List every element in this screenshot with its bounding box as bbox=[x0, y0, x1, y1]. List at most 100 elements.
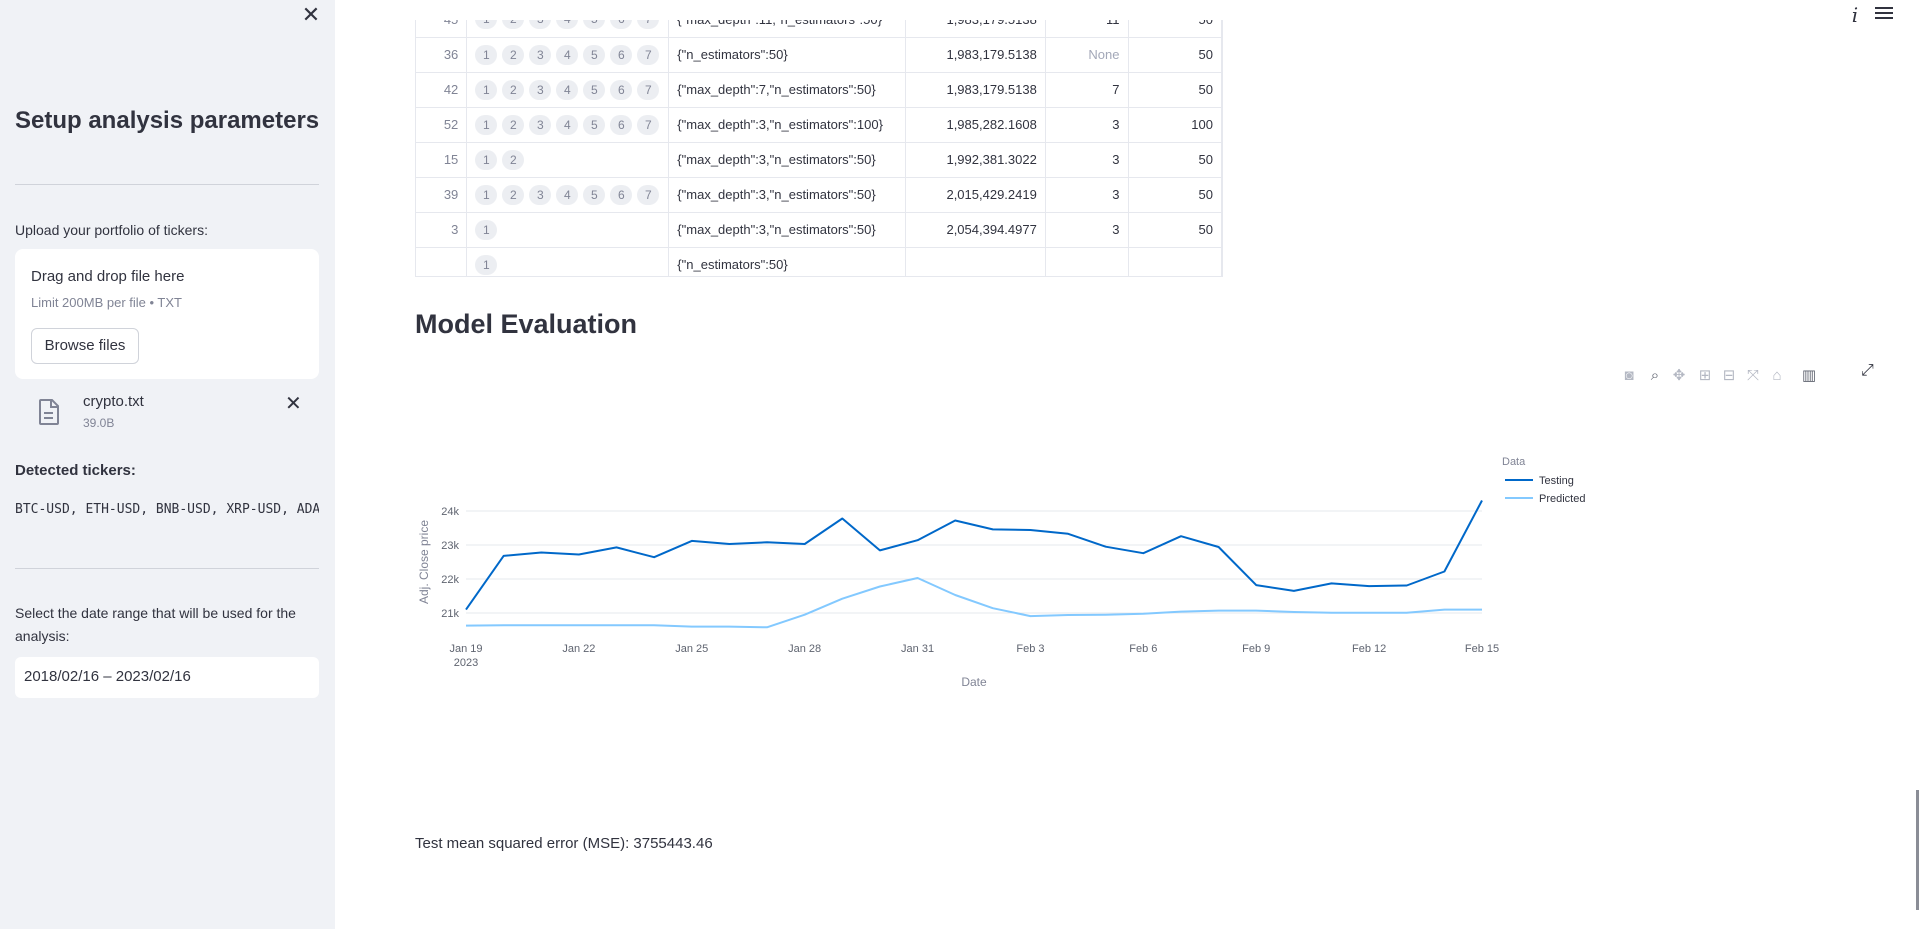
table-row[interactable]: 1 {"n_estimators":50} bbox=[416, 247, 1222, 276]
params-cell[interactable]: {"max_depth":3,"n_estimators":100} bbox=[668, 107, 907, 143]
table-row[interactable]: 5212345678{"max_depth":3,"n_estimators":… bbox=[416, 107, 1222, 143]
tickers-cell[interactable]: 1234567 bbox=[466, 37, 670, 73]
mse-cell[interactable]: 1,992,381.3022 bbox=[905, 142, 1046, 178]
sidebar-title: Setup analysis parameters bbox=[15, 107, 320, 134]
zoom-out-icon[interactable]: ⊟ bbox=[1719, 366, 1739, 386]
table-row[interactable]: 3 1 {"max_depth":3,"n_estimators":50} 2,054… bbox=[416, 212, 1222, 248]
max-depth-cell[interactable]: None bbox=[1045, 37, 1129, 73]
ticker-pill: 7 bbox=[637, 184, 660, 205]
x-tick-label: Jan 25 bbox=[675, 643, 708, 655]
params-cell[interactable]: {"max_depth":3,"n_estimators":50} bbox=[668, 212, 907, 248]
params-cell[interactable]: {"max_depth":11,"n_estimators":50} bbox=[668, 20, 907, 38]
zoom-icon[interactable]: ⌕ bbox=[1645, 366, 1665, 386]
tickers-cell[interactable]: 1234567 bbox=[466, 177, 670, 213]
ticker-pill: 5 bbox=[583, 79, 606, 100]
mse-cell[interactable]: 2,054,394.4977 bbox=[905, 212, 1046, 248]
table-row[interactable]: 36 1 2 3 4 5 6 7 {"n_estimators":50} 1,983,179.51… bbox=[416, 37, 1222, 73]
table-row[interactable]: 15 1 2 {"max_depth":3,"n_estimators":50} 1,9… bbox=[416, 142, 1222, 178]
row-index-cell[interactable]: 15 bbox=[416, 142, 468, 178]
row-index-cell[interactable] bbox=[416, 247, 468, 276]
ticker-pill: 1 bbox=[475, 219, 498, 240]
row-index-cell[interactable]: 45 bbox=[416, 20, 468, 38]
mse-cell[interactable] bbox=[905, 247, 1046, 276]
file-size: 39.0B bbox=[83, 416, 115, 430]
info-icon[interactable]: i bbox=[1845, 3, 1865, 27]
mse-cell[interactable]: 1,983,179.5138 bbox=[905, 72, 1046, 108]
row-index-cell[interactable]: 36 bbox=[416, 37, 468, 73]
remove-file-icon[interactable]: ✕ bbox=[285, 391, 302, 416]
x-tick-label: Feb 9 bbox=[1242, 643, 1270, 655]
tickers-cell[interactable]: 1 bbox=[466, 212, 670, 248]
ticker-pill: 6 bbox=[610, 20, 633, 30]
mse-cell[interactable]: 2,015,429.2419 bbox=[905, 177, 1046, 213]
results-grid: 451234567{"max_depth":11,"n_estimators":… bbox=[416, 20, 1222, 276]
params-cell[interactable]: {"n_estimators":50} bbox=[668, 37, 907, 73]
zoom-in-icon[interactable]: ⊞ bbox=[1695, 366, 1715, 386]
hamburger-menu-icon[interactable] bbox=[1875, 4, 1893, 22]
autoscale-icon[interactable]: ⤧ bbox=[1743, 366, 1763, 386]
table-row[interactable]: 451234567{"max_depth":11,"n_estimators":… bbox=[416, 20, 1222, 38]
max-depth-cell[interactable]: 7 bbox=[1045, 72, 1129, 108]
table-row[interactable]: 39 1 2 3 4 5 6 7 {"max_depth":3,"n_estimators":5… bbox=[416, 177, 1222, 213]
line-chart[interactable]: 21k 22k 23k 24k Jan 19 2023 Jan 22 Jan 25 Jan 28… bbox=[415, 440, 1879, 800]
row-index-cell[interactable]: 52 bbox=[416, 107, 468, 143]
n-estimators-cell[interactable]: 50 bbox=[1128, 212, 1222, 248]
file-dropzone[interactable]: Drag and drop file here Limit 200MB per … bbox=[15, 249, 319, 379]
tickers-cell[interactable]: 1234567 bbox=[466, 72, 670, 108]
x-tick-label: Feb 15 bbox=[1465, 643, 1499, 655]
n-estimators-cell[interactable]: 50 bbox=[1128, 177, 1222, 213]
mse-text: Test mean squared error (MSE): 3755443.4… bbox=[415, 835, 713, 852]
x-tick-year-label: 2023 bbox=[454, 657, 478, 669]
date-range-input[interactable]: 2018/02/16 – 2023/02/16 bbox=[15, 657, 319, 698]
table-row[interactable]: 42 1 2 3 4 5 6 7 {"max_depth":7,"n_estimators":5… bbox=[416, 72, 1222, 108]
max-depth-cell[interactable]: 11 bbox=[1045, 20, 1129, 38]
max-depth-cell[interactable]: 3 bbox=[1045, 107, 1129, 143]
params-cell[interactable]: {"max_depth":3,"n_estimators":50} bbox=[668, 142, 907, 178]
results-table[interactable]: 451234567{"max_depth":11,"n_estimators":… bbox=[415, 20, 1223, 277]
browse-files-button[interactable]: Browse files bbox=[31, 328, 139, 364]
tickers-cell[interactable]: 12 bbox=[466, 142, 670, 178]
ticker-pill: 5 bbox=[583, 114, 606, 135]
n-estimators-cell[interactable]: 50 bbox=[1128, 72, 1222, 108]
params-cell[interactable]: {"n_estimators":50} bbox=[668, 247, 907, 276]
params-cell[interactable]: {"max_depth":7,"n_estimators":50} bbox=[668, 72, 907, 108]
max-depth-cell[interactable] bbox=[1045, 247, 1129, 276]
n-estimators-cell[interactable]: 50 bbox=[1128, 37, 1222, 73]
camera-icon[interactable]: ◙ bbox=[1619, 366, 1639, 386]
ticker-pill: 1 bbox=[475, 149, 498, 170]
mse-cell[interactable]: 1,983,179.5138 bbox=[905, 37, 1046, 73]
ticker-pill: 1 bbox=[475, 254, 498, 275]
fullscreen-icon[interactable]: ⤢ bbox=[1861, 362, 1874, 380]
mse-cell[interactable]: 1,983,179.5138 bbox=[905, 20, 1046, 38]
ticker-pill: 5 bbox=[583, 184, 606, 205]
tickers-cell[interactable]: 1234567 bbox=[466, 20, 670, 38]
row-index-cell[interactable]: 39 bbox=[416, 177, 468, 213]
x-tick-label: Jan 22 bbox=[562, 643, 595, 655]
plotly-logo-icon[interactable]: ▥ bbox=[1799, 366, 1819, 386]
x-tick-label: Jan 31 bbox=[901, 643, 934, 655]
n-estimators-cell[interactable] bbox=[1128, 247, 1222, 276]
max-depth-cell[interactable]: 3 bbox=[1045, 177, 1129, 213]
max-depth-cell[interactable]: 3 bbox=[1045, 142, 1129, 178]
max-depth-cell[interactable]: 3 bbox=[1045, 212, 1129, 248]
tickers-cell[interactable]: 12345678 bbox=[466, 107, 670, 143]
x-tick-label: Jan 28 bbox=[788, 643, 821, 655]
divider bbox=[15, 184, 319, 185]
main-content: i 451234567{"max_depth":11,"n_estimators… bbox=[335, 0, 1919, 929]
n-estimators-cell[interactable]: 50 bbox=[1128, 20, 1222, 38]
close-icon[interactable]: ✕ bbox=[300, 4, 322, 26]
tickers-cell[interactable]: 1 bbox=[466, 247, 670, 276]
n-estimators-cell[interactable]: 100 bbox=[1128, 107, 1222, 143]
ticker-pill: 4 bbox=[556, 20, 579, 30]
params-cell[interactable]: {"max_depth":3,"n_estimators":50} bbox=[668, 177, 907, 213]
ticker-pill: 1 bbox=[475, 114, 498, 135]
row-index-cell[interactable]: 42 bbox=[416, 72, 468, 108]
pan-icon[interactable]: ✥ bbox=[1669, 366, 1689, 386]
row-index-cell[interactable]: 3 bbox=[416, 212, 468, 248]
x-tick-label: Feb 12 bbox=[1352, 643, 1386, 655]
n-estimators-cell[interactable]: 50 bbox=[1128, 142, 1222, 178]
ticker-pill: 2 bbox=[502, 79, 525, 100]
mse-cell[interactable]: 1,985,282.1608 bbox=[905, 107, 1046, 143]
home-icon[interactable]: ⌂ bbox=[1767, 366, 1787, 386]
y-tick-label: 24k bbox=[441, 506, 459, 518]
